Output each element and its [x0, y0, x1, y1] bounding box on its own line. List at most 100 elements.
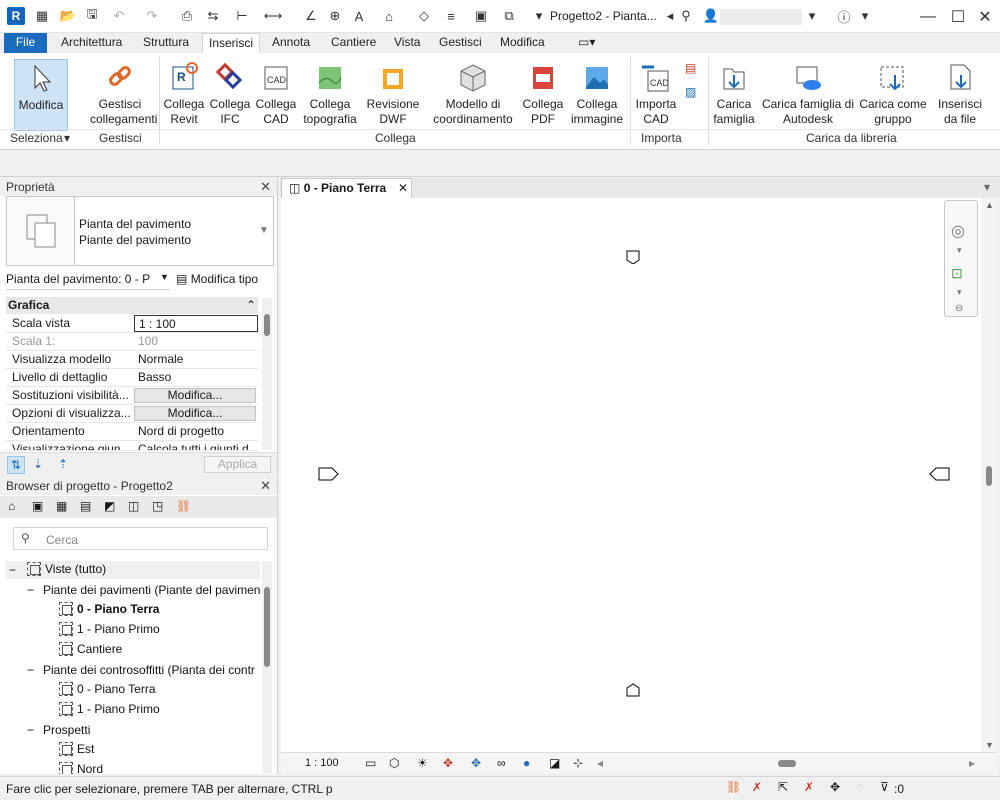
print-icon[interactable]: ⎙ [178, 7, 196, 25]
tab-file[interactable]: File [4, 33, 47, 53]
tab-inserisci[interactable]: Inserisci [202, 33, 261, 53]
modifica-button[interactable]: Modifica [14, 59, 68, 131]
tab-cantiere[interactable]: Cantiere [325, 33, 382, 53]
load-family-button[interactable]: Carica famiglia [710, 59, 758, 127]
save-icon[interactable]: 🖫 [83, 6, 101, 25]
prop-row[interactable]: Scala vista 1 : 100 [6, 315, 258, 333]
reveal-hidden-icon[interactable]: ◪ [549, 756, 560, 770]
help-dropdown-icon[interactable]: ▾ [856, 7, 874, 25]
home-icon[interactable]: ▦ [33, 7, 51, 25]
analytical-model-icon[interactable]: ⊹ [573, 756, 583, 770]
sun-path-icon[interactable]: ☀ [417, 756, 428, 770]
steering-wheel-2d-icon[interactable]: ◎ [951, 221, 965, 241]
thin-lines-icon[interactable]: ≡ [442, 7, 460, 25]
horizontal-scroll-thumb[interactable] [778, 760, 796, 767]
prop-row[interactable]: Visualizza modello Normale [6, 351, 258, 369]
tab-menu-icon[interactable]: ▾ [984, 180, 990, 194]
instance-filter-dropdown[interactable]: Pianta del pavimento: 0 - P ▼ [6, 272, 170, 290]
help-icon[interactable]: ⓘ [835, 7, 853, 25]
text-icon[interactable]: A [350, 7, 368, 25]
load-autodesk-family-button[interactable]: Carica famiglia di Autodesk [760, 59, 856, 127]
user-icon[interactable]: 👤 [702, 7, 720, 25]
tree-item-floor-plan-active[interactable]: 0 - Piano Terra [59, 602, 159, 616]
link-topography-button[interactable]: Collega topografia [300, 59, 360, 127]
type-selector[interactable]: Pianta del pavimento Piante del paviment… [6, 196, 274, 266]
tree-item-floor-plan[interactable]: Cantiere [59, 642, 122, 656]
close-window-button[interactable]: ✕ [974, 6, 996, 28]
user-name[interactable] [720, 9, 802, 25]
manage-links-button[interactable]: Gestisci collegamenti [90, 59, 157, 127]
drag-elements-icon[interactable]: ✥ [830, 780, 840, 794]
3d-view-icon[interactable]: ⌂ [380, 7, 398, 25]
link-ifc-button[interactable]: Collega IFC [208, 59, 252, 127]
maximize-button[interactable]: ☐ [947, 6, 969, 28]
sync-icon[interactable]: ⇆ [204, 7, 222, 25]
visibility-edit-button[interactable]: Modifica... [134, 388, 256, 403]
collapse-icon[interactable]: − [27, 663, 34, 677]
tree-item-ceiling-plan[interactable]: 0 - Piano Terra [59, 682, 156, 696]
scroll-thumb[interactable] [264, 587, 270, 667]
tree-item-floor-plan[interactable]: 1 - Piano Primo [59, 622, 160, 636]
chevron-down-icon[interactable]: ▾ [957, 245, 962, 256]
display-options-edit-button[interactable]: Modifica... [134, 406, 256, 421]
tree-item-floor-plans[interactable]: Piante dei pavimenti (Piante del pavimen [43, 583, 260, 597]
close-tab-icon[interactable]: ✕ [398, 179, 408, 198]
view-scale[interactable]: 1 : 100 [305, 757, 339, 769]
canvas-vertical-scrollbar[interactable]: ▲ ▼ [981, 198, 997, 752]
shadows-icon[interactable]: ✥ [443, 756, 453, 770]
navbar-options-icon[interactable]: ⊖ [955, 303, 963, 314]
prop-row[interactable]: Orientamento Nord di progetto [6, 423, 258, 441]
spot-icon[interactable]: ⊕ [326, 7, 344, 25]
scale-input[interactable]: 1 : 100 [134, 315, 258, 332]
elevation-marker-east[interactable] [928, 467, 950, 481]
prop-row[interactable]: Livello di dettaglio Basso [6, 369, 258, 387]
tab-struttura[interactable]: Struttura [137, 33, 195, 53]
select-underlay-icon[interactable]: ✗ [752, 780, 762, 794]
redo-icon[interactable]: ↷ [143, 7, 161, 25]
drawing-canvas[interactable] [281, 198, 997, 752]
dimension-icon[interactable]: ⟷ [264, 7, 283, 25]
tags-icon[interactable]: ◩ [104, 499, 115, 513]
scroll-left-icon[interactable]: ◂ [597, 756, 603, 770]
properties-scrollbar[interactable] [262, 298, 272, 450]
close-icon[interactable]: ✕ [260, 477, 271, 495]
prop-row[interactable]: Visualizzazione giun... Calcola tutti i g… [6, 441, 258, 451]
measure-icon[interactable]: ⊢ [233, 7, 251, 25]
select-pinned-icon[interactable]: ⇱ [778, 780, 788, 794]
prop-row[interactable]: Opzioni di visualizza... Modifica... [6, 405, 258, 423]
tab-architettura[interactable]: Architettura [55, 33, 128, 53]
families-icon[interactable]: ◳ [152, 499, 163, 513]
scroll-thumb[interactable] [264, 314, 270, 336]
view-tab-piano-terra[interactable]: ◫ 0 - Piano Terra ✕ [281, 178, 412, 198]
tree-item-elevation[interactable]: Nord [59, 762, 103, 774]
show-crop-icon[interactable]: ∞ [497, 756, 506, 770]
apply-button[interactable]: Applica [204, 456, 271, 473]
link-revit-button[interactable]: R Collega Revit [162, 59, 206, 127]
scroll-right-icon[interactable]: ▸ [969, 756, 975, 770]
link-pdf-button[interactable]: Collega PDF [521, 59, 565, 127]
tree-item-views[interactable]: Viste (tutto) [27, 562, 106, 576]
sheets-icon[interactable]: ◫ [128, 499, 139, 513]
close-hidden-icon[interactable]: ▣ [472, 7, 490, 25]
scroll-thumb[interactable] [986, 466, 992, 486]
browser-scrollbar[interactable] [262, 561, 272, 773]
coordination-model-button[interactable]: Modello di coordinamento [430, 59, 516, 127]
chevron-down-icon[interactable]: ▾ [957, 287, 962, 298]
sort-descending-icon[interactable]: ⇡ [58, 457, 68, 471]
tables-icon[interactable]: ▤ [80, 499, 91, 513]
dwf-markup-button[interactable]: Revisione DWF [364, 59, 422, 127]
links-icon[interactable]: ⛓ [176, 499, 191, 513]
schedules-icon[interactable]: ▦ [56, 499, 67, 513]
import-image-small-icon[interactable]: ▨ [685, 85, 696, 99]
sort-group-icon[interactable]: ⇅ [7, 456, 25, 474]
switch-windows-icon[interactable]: ⧉ [500, 7, 518, 25]
elevation-marker-south[interactable] [626, 683, 640, 697]
filter-icon[interactable]: ⊽ [880, 780, 889, 794]
collapse-icon[interactable]: − [27, 583, 34, 597]
views-filter-icon[interactable]: ▣ [32, 499, 43, 513]
panel-seleziona[interactable]: Seleziona [10, 131, 63, 145]
angle-icon[interactable]: ∠ [302, 7, 320, 25]
close-icon[interactable]: ✕ [260, 178, 271, 196]
type-dropdown-icon[interactable]: ▼ [259, 225, 269, 236]
scroll-up-icon[interactable]: ▲ [985, 200, 994, 210]
